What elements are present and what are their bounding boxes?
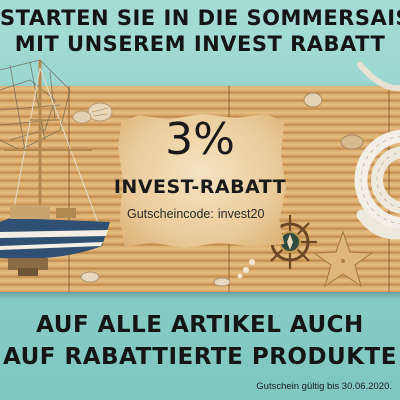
discount-percent: 3% [165,114,235,165]
validity-note: Gutschein gültig bis 30.06.2020. [256,381,392,392]
headline-line-2: MIT UNSEREM INVEST RABATT [14,32,386,56]
footer-line-1: AUF ALLE ARTIKEL AUCH [36,312,364,338]
headline-line-1: STARTEN SIE IN DIE SOMMERSAISON [0,6,400,30]
discount-title: INVEST-RABATT [113,176,287,198]
coupon-code-label: Gutscheincode: [127,207,214,221]
footer-line-2: AUF RABATTIERTE PRODUKTE [3,344,397,370]
starfish-icon [312,230,374,288]
sailboat-model-icon [0,60,110,276]
coupon-code-value: invest20 [217,207,265,221]
promo-banner: STARTEN SIE IN DIE SOMMERSAISON MIT UNSE… [0,0,400,400]
coupon-code: Gutscheincode: invest20 [127,207,264,221]
